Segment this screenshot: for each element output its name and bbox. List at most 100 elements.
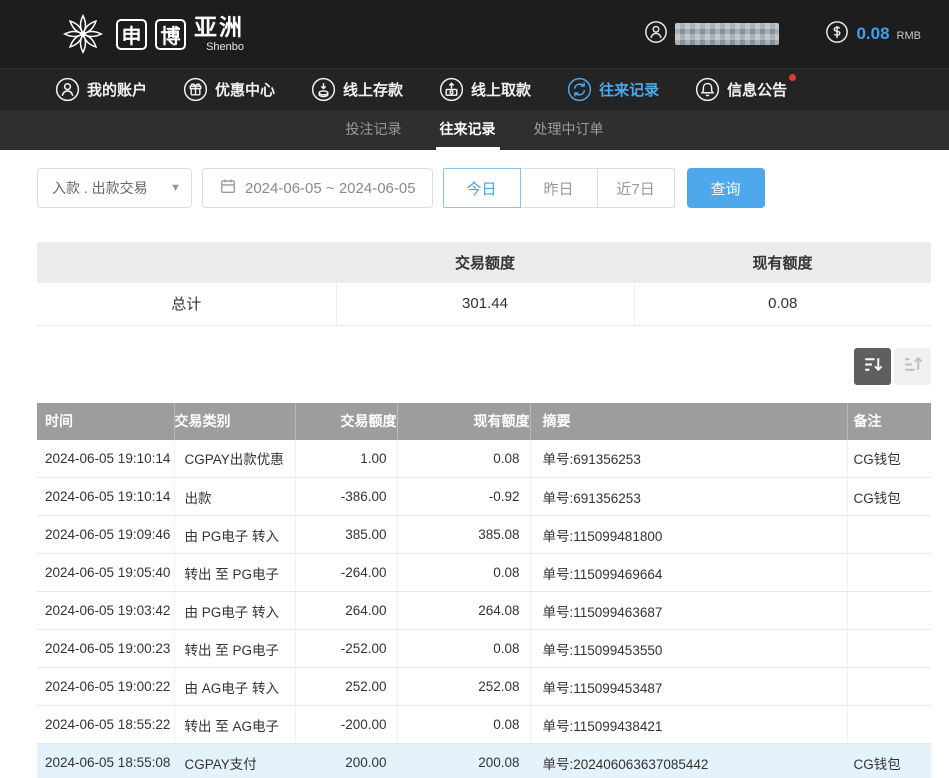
- cell-time: 2024-06-05 19:09:46: [37, 516, 174, 554]
- user-account[interactable]: [644, 20, 779, 49]
- cell-balance: 264.08: [397, 592, 530, 630]
- table-row[interactable]: 2024-06-05 18:55:22 转出 至 AG电子 -200.00 0.…: [37, 706, 931, 744]
- summary-header-trade: 交易额度: [336, 242, 634, 283]
- tab-pending-orders[interactable]: 处理中订单: [530, 110, 608, 150]
- quick-date-group: 今日 昨日 近7日: [443, 168, 675, 208]
- username-blurred: [675, 23, 779, 45]
- sort-descending-icon: [862, 354, 883, 378]
- records-table: 时间 交易类别 交易额度 现有额度 摘要 备注 2024-06-05 19:10…: [37, 403, 931, 778]
- cell-summary: 单号:202406063637085442: [530, 744, 847, 778]
- cell-balance: -0.92: [397, 478, 530, 516]
- search-button[interactable]: 查询: [687, 168, 765, 208]
- brand-subtitle: Shenbo: [206, 41, 244, 53]
- cell-note: [847, 592, 931, 630]
- bell-icon: [695, 77, 720, 102]
- deposit-icon: [311, 77, 336, 102]
- nav-item-withdraw[interactable]: 线上取款: [439, 77, 531, 102]
- cell-time: 2024-06-05 19:00:23: [37, 630, 174, 668]
- cell-type: 出款: [174, 478, 295, 516]
- summary-row: 总计 301.44 0.08: [37, 283, 931, 325]
- table-row[interactable]: 2024-06-05 18:55:08 CGPAY支付 200.00 200.0…: [37, 744, 931, 778]
- exchange-icon: [567, 77, 592, 102]
- cell-amount: -264.00: [295, 554, 397, 592]
- table-row[interactable]: 2024-06-05 19:10:14 出款 -386.00 -0.92 单号:…: [37, 478, 931, 516]
- cell-time: 2024-06-05 18:55:22: [37, 706, 174, 744]
- yesterday-button[interactable]: 昨日: [520, 168, 598, 208]
- tab-transaction-records[interactable]: 往来记录: [436, 110, 500, 150]
- brand-char-2: 博: [155, 19, 186, 50]
- col-header-amount: 交易额度: [295, 403, 397, 440]
- cell-summary: 单号:115099469664: [530, 554, 847, 592]
- sort-descending-button[interactable]: [854, 348, 891, 385]
- cell-note: [847, 668, 931, 706]
- cell-summary: 单号:115099453487: [530, 668, 847, 706]
- cell-type: CGPAY支付: [174, 744, 295, 778]
- cell-type: 转出 至 AG电子: [174, 706, 295, 744]
- main-nav: 我的账户 优惠中心 线上存款: [0, 68, 949, 110]
- col-header-balance: 现有额度: [397, 403, 530, 440]
- last7days-button[interactable]: 近7日: [597, 168, 675, 208]
- lotus-logo-icon: [58, 9, 108, 59]
- nav-item-my-account[interactable]: 我的账户: [55, 77, 147, 102]
- cell-balance: 200.08: [397, 744, 530, 778]
- cell-amount: 264.00: [295, 592, 397, 630]
- nav-item-deposit[interactable]: 线上存款: [311, 77, 403, 102]
- table-row[interactable]: 2024-06-05 19:09:46 由 PG电子 转入 385.00 385…: [37, 516, 931, 554]
- cell-type: 由 PG电子 转入: [174, 592, 295, 630]
- table-row[interactable]: 2024-06-05 19:05:40 转出 至 PG电子 -264.00 0.…: [37, 554, 931, 592]
- nav-label: 线上存款: [343, 79, 403, 100]
- summary-current-total: 0.08: [634, 283, 931, 325]
- balance-amount: 0.08: [856, 24, 889, 44]
- tab-bet-records[interactable]: 投注记录: [342, 110, 406, 150]
- notification-dot: [789, 74, 796, 81]
- cell-balance: 0.08: [397, 630, 530, 668]
- sort-ascending-button[interactable]: [894, 348, 931, 385]
- cell-note: [847, 630, 931, 668]
- cell-type: 转出 至 PG电子: [174, 554, 295, 592]
- table-row[interactable]: 2024-06-05 19:00:23 转出 至 PG电子 -252.00 0.…: [37, 630, 931, 668]
- cell-balance: 252.08: [397, 668, 530, 706]
- brand-logo[interactable]: 申 博 亚洲 Shenbo: [58, 9, 244, 59]
- cell-amount: -252.00: [295, 630, 397, 668]
- cell-type: 由 PG电子 转入: [174, 516, 295, 554]
- cell-amount: 385.00: [295, 516, 397, 554]
- table-row[interactable]: 2024-06-05 19:00:22 由 AG电子 转入 252.00 252…: [37, 668, 931, 706]
- date-range-input[interactable]: 2024-06-05 ~ 2024-06-05: [202, 168, 433, 208]
- table-row[interactable]: 2024-06-05 19:10:14 CGPAY出款优惠 1.00 0.08 …: [37, 440, 931, 478]
- cell-time: 2024-06-05 19:10:14: [37, 440, 174, 478]
- withdraw-icon: [439, 77, 464, 102]
- cell-time: 2024-06-05 18:55:08: [37, 744, 174, 778]
- col-header-time: 时间: [37, 403, 174, 440]
- cell-note: [847, 554, 931, 592]
- sort-ascending-icon: [902, 354, 923, 378]
- chevron-down-icon: ▼: [170, 182, 181, 194]
- date-range-value: 2024-06-05 ~ 2024-06-05: [245, 180, 416, 197]
- cell-summary: 单号:115099481800: [530, 516, 847, 554]
- transaction-type-select[interactable]: 入款 . 出款交易 ▼: [37, 168, 192, 208]
- cell-summary: 单号:115099463687: [530, 592, 847, 630]
- cell-amount: -200.00: [295, 706, 397, 744]
- cell-summary: 单号:691356253: [530, 478, 847, 516]
- cell-note: CG钱包: [847, 440, 931, 478]
- cell-note: [847, 516, 931, 554]
- balance[interactable]: 0.08 RMB: [825, 20, 921, 49]
- nav-item-promotions[interactable]: 优惠中心: [183, 77, 275, 102]
- summary-table: 交易额度 现有额度 总计 301.44 0.08: [37, 242, 931, 326]
- user-icon: [55, 77, 80, 102]
- cell-time: 2024-06-05 19:10:14: [37, 478, 174, 516]
- nav-item-announcements[interactable]: 信息公告: [695, 77, 787, 102]
- transaction-type-value: 入款 . 出款交易: [52, 178, 148, 198]
- cell-type: CGPAY出款优惠: [174, 440, 295, 478]
- table-row[interactable]: 2024-06-05 19:03:42 由 PG电子 转入 264.00 264…: [37, 592, 931, 630]
- calendar-icon: [219, 177, 237, 199]
- nav-item-transactions[interactable]: 往来记录: [567, 77, 659, 102]
- summary-trade-total: 301.44: [336, 283, 634, 325]
- nav-label: 信息公告: [727, 79, 787, 100]
- today-button[interactable]: 今日: [443, 168, 521, 208]
- brand-region: 亚洲: [194, 16, 244, 39]
- filter-bar: 入款 . 出款交易 ▼ 2024-06-05 ~ 2024-06-05 今日 昨…: [0, 150, 949, 208]
- cell-balance: 385.08: [397, 516, 530, 554]
- cell-type: 转出 至 PG电子: [174, 630, 295, 668]
- cell-note: CG钱包: [847, 478, 931, 516]
- cell-amount: 200.00: [295, 744, 397, 778]
